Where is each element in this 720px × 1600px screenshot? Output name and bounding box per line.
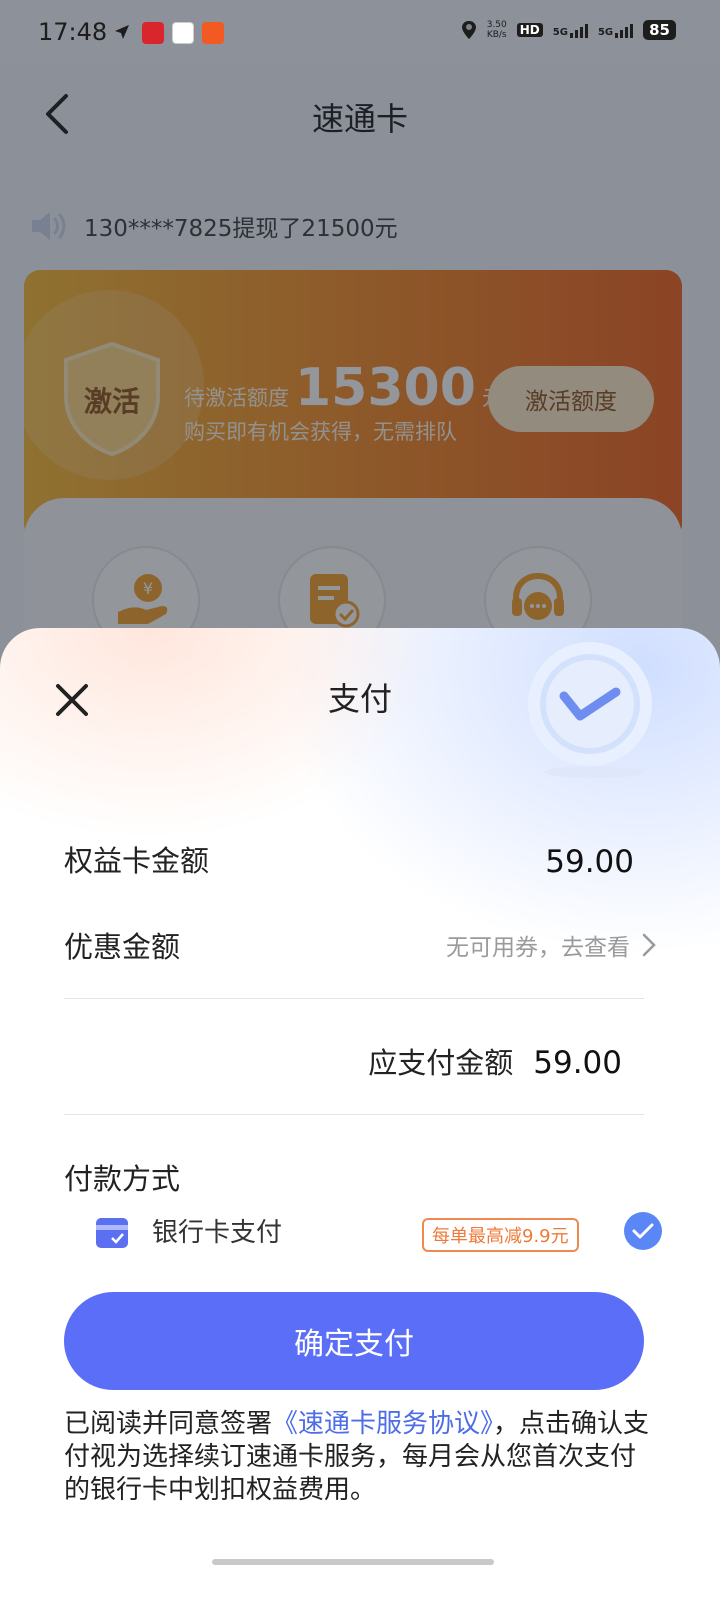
net-speed: 3.50 KB/s — [487, 20, 507, 40]
coupon-link[interactable]: 无可用券，去查看 — [446, 928, 656, 962]
location-arrow-icon — [115, 25, 129, 39]
payment-option-bank-card[interactable]: 银行卡支付 每单最高减9.9元 — [96, 1212, 662, 1256]
app-notification-icon — [172, 22, 194, 44]
payment-method-title: 付款方式 — [64, 1162, 181, 1196]
divider — [64, 998, 644, 999]
card-amount-value: 59.00 — [545, 844, 634, 880]
app-notification-icon — [202, 22, 224, 44]
status-indicators: 3.50 KB/s HD 5G 5G 85 — [461, 20, 676, 40]
agreement-text: 已阅读并同意签署《速通卡服务协议》，点击确认支付视为选择续订速通卡服务，每月会从… — [64, 1408, 654, 1507]
payment-method-label: 银行卡支付 — [152, 1218, 283, 1248]
signal-icon — [569, 22, 588, 38]
chevron-right-icon — [642, 933, 656, 957]
amount-due-row: 应支付金额 59.00 — [368, 1040, 622, 1082]
amount-due-value: 59.00 — [533, 1045, 622, 1081]
net-speed-value: 3.50 — [486, 20, 507, 30]
payment-sheet: 支付 权益卡金额 59.00 优惠金额 无可用券，去查看 应支付金额 59.00… — [0, 628, 720, 1600]
divider — [64, 1114, 644, 1115]
card-amount-label: 权益卡金额 — [64, 844, 210, 878]
service-agreement-link[interactable]: 《速通卡服务协议》 — [272, 1409, 493, 1439]
coupon-text: 无可用券，去查看 — [446, 935, 630, 961]
card-amount-row: 权益卡金额 59.00 — [64, 836, 656, 886]
signal-2: 5G — [597, 22, 634, 38]
hd-badge: HD — [516, 23, 543, 37]
network-label: 5G — [552, 27, 568, 38]
app-notification-icon — [142, 22, 164, 44]
check-clock-icon — [528, 642, 652, 778]
discount-tag: 每单最高减9.9元 — [422, 1218, 579, 1252]
status-time: 17:48 — [38, 18, 108, 46]
discount-row[interactable]: 优惠金额 无可用券，去查看 — [64, 922, 656, 972]
confirm-payment-button[interactable]: 确定支付 — [64, 1292, 644, 1390]
signal-icon — [615, 22, 634, 38]
signal-1: 5G — [553, 22, 588, 38]
net-speed-unit: KB/s — [486, 30, 507, 40]
discount-label: 优惠金额 — [64, 930, 181, 964]
home-indicator[interactable] — [212, 1559, 494, 1565]
battery-indicator: 85 — [643, 20, 676, 40]
location-pin-icon — [461, 21, 476, 39]
checkmark-icon — [632, 1223, 654, 1239]
amount-due-label: 应支付金额 — [368, 1046, 514, 1080]
status-bar: 17:48 3.50 KB/s HD 5G 5G 85 — [0, 0, 720, 68]
bank-card-icon — [96, 1218, 128, 1248]
network-label: 5G — [597, 27, 614, 38]
agreement-prefix: 已阅读并同意签署 — [64, 1409, 273, 1439]
selected-check-icon[interactable] — [624, 1212, 662, 1250]
